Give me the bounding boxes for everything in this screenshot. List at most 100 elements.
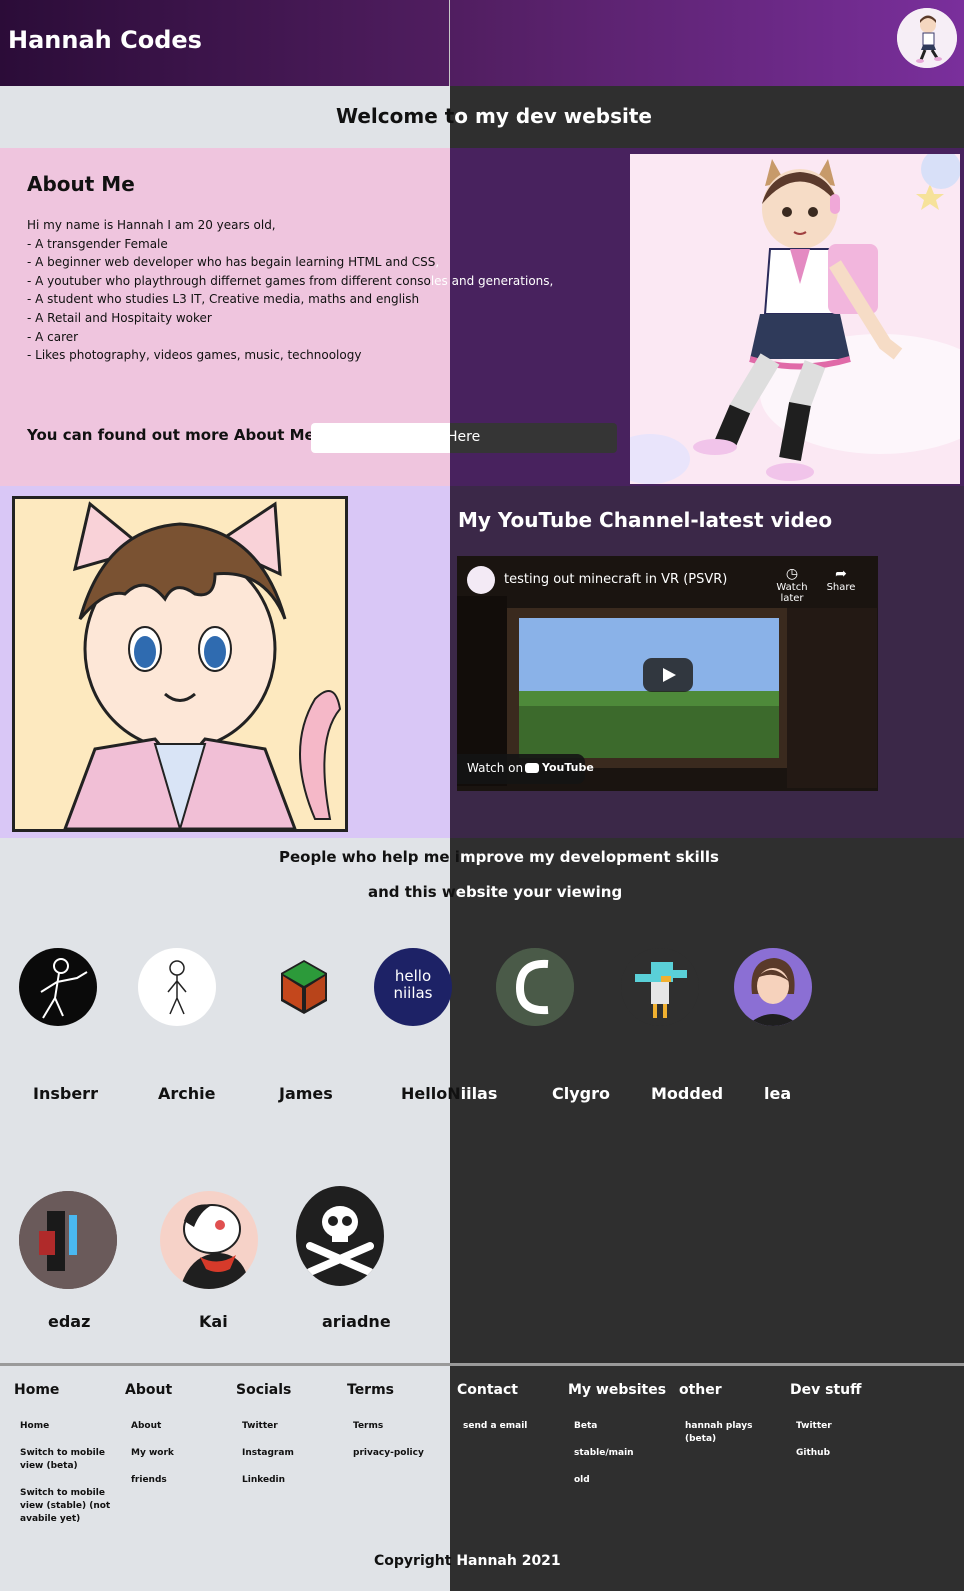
copyright: Copyright Hannah 2021 <box>374 1553 561 1569</box>
anime-girl-illustration <box>610 149 964 484</box>
watch-on-youtube-button[interactable]: Watch on YouTube <box>457 754 594 784</box>
helper-avatar-archie[interactable] <box>138 948 216 1026</box>
about-line: - A beginner web developer who has begai… <box>27 255 440 270</box>
footer-link[interactable]: Terms <box>347 1420 457 1433</box>
footer-col-other: other hannah plays (beta) <box>679 1382 774 1460</box>
footer-link[interactable]: Switch to mobile view (beta) <box>14 1447 124 1473</box>
helper-name: Insberr <box>33 1084 98 1103</box>
footer-heading: Dev stuff <box>790 1382 862 1398</box>
footer-heading: About <box>125 1382 173 1398</box>
share-button[interactable]: ➦ Share <box>821 566 861 593</box>
about-line: - A youtuber who playthrough differnet g… <box>27 273 554 288</box>
bird-icon <box>635 962 687 1018</box>
welcome-band: Welcome to my dev website <box>0 86 964 148</box>
about-line: - A carer <box>27 329 79 344</box>
video-title[interactable]: testing out minecraft in VR (PSVR) <box>504 572 727 587</box>
footer-col-about: About About My work friends <box>125 1382 235 1501</box>
footer-link[interactable]: privacy-policy <box>347 1447 457 1460</box>
youtube-brand-label: YouTube <box>542 761 594 774</box>
youtube-logo-icon <box>525 763 539 773</box>
goat-character-icon <box>180 1204 250 1289</box>
figure-icon <box>19 1191 117 1289</box>
footer-heading: Contact <box>457 1382 518 1398</box>
footer-heading: other <box>679 1382 722 1398</box>
footer-col-home: Home Home Switch to mobile view (beta) S… <box>14 1382 124 1540</box>
skull-crossbones-icon <box>306 1206 374 1276</box>
footer-link[interactable]: Switch to mobile view (stable) (not avab… <box>14 1487 124 1526</box>
footer-link[interactable]: hannah plays (beta) <box>679 1420 774 1446</box>
helper-name: Archie <box>158 1084 216 1103</box>
helpers-heading-line2: and this website your viewing <box>368 883 623 901</box>
watch-later-label: Watch later <box>776 582 808 604</box>
watch-later-button[interactable]: ◷ Watch later <box>767 566 817 604</box>
play-button[interactable] <box>643 658 693 692</box>
site-title[interactable]: Hannah Codes <box>8 26 202 54</box>
helper-name: Clygro <box>552 1084 610 1103</box>
footer-link[interactable]: stable/main <box>568 1447 678 1460</box>
helper-avatar-clygro[interactable] <box>496 948 574 1026</box>
footer-link[interactable]: Instagram <box>236 1447 346 1460</box>
play-icon <box>663 668 676 682</box>
helper-avatar-kai[interactable] <box>160 1191 258 1289</box>
about-more-text: You can found out more About Me <box>27 426 315 444</box>
c-letter-icon <box>496 948 574 1026</box>
site-footer: Home Home Switch to mobile view (beta) S… <box>0 1363 964 1591</box>
hello-niilas-logo: hello niilas <box>393 967 433 1002</box>
footer-link[interactable]: Twitter <box>790 1420 900 1433</box>
helper-name: ariadne <box>322 1312 391 1331</box>
green-cube-icon <box>281 960 327 1014</box>
cat-boy-portrait-icon <box>15 499 345 833</box>
profile-avatar[interactable] <box>897 8 957 68</box>
helper-avatar-helloniilas[interactable]: hello niilas <box>374 948 452 1026</box>
split-divider <box>449 0 450 86</box>
footer-col-my-websites: My websites Beta stable/main old <box>568 1382 678 1501</box>
footer-col-contact: Contact send a email <box>457 1382 567 1447</box>
anime-girl-sitting-icon <box>610 149 964 484</box>
cat-boy-portrait <box>12 496 348 833</box>
about-line: Hi my name is Hannah I am 20 years old, <box>27 218 276 232</box>
about-list: Hi my name is Hannah I am 20 years old, … <box>27 216 553 365</box>
clock-icon: ◷ <box>785 566 799 582</box>
helper-name: James <box>279 1084 333 1103</box>
footer-link[interactable]: friends <box>125 1474 235 1487</box>
welcome-heading: Welcome to my dev website <box>336 104 652 128</box>
footer-link[interactable]: Beta <box>568 1420 678 1433</box>
helper-name: HelloNiilas <box>401 1084 498 1103</box>
footer-link[interactable]: Linkedin <box>236 1474 346 1487</box>
welcome-text-right: o my dev website <box>454 104 652 128</box>
about-line: - A transgender Female <box>27 236 168 251</box>
stick-figure-icon <box>167 960 187 1015</box>
welcome-text-left: Welcome t <box>336 104 455 128</box>
stick-figure-icon <box>40 958 88 1019</box>
about-line: - A Retail and Hospitaity woker <box>27 310 212 325</box>
footer-link[interactable]: Github <box>790 1447 900 1460</box>
helper-avatar-lea[interactable] <box>734 948 812 1026</box>
helper-avatar-insberr[interactable] <box>19 948 97 1026</box>
site-header: Hannah Codes <box>0 0 964 86</box>
about-section: About Me Hi my name is Hannah I am 20 ye… <box>0 148 964 486</box>
footer-heading: Home <box>14 1382 60 1398</box>
helper-avatar-edaz[interactable] <box>19 1191 117 1289</box>
footer-link[interactable]: send a email <box>457 1420 567 1433</box>
footer-link[interactable]: Twitter <box>236 1420 346 1433</box>
helper-name: Kai <box>199 1312 228 1331</box>
helper-name: edaz <box>48 1312 91 1331</box>
footer-link[interactable]: About <box>125 1420 235 1433</box>
channel-avatar[interactable] <box>467 566 495 594</box>
helper-avatar-ariadne[interactable] <box>296 1186 384 1286</box>
youtube-heading: My YouTube Channel-latest video <box>458 508 833 532</box>
girl-avatar-icon <box>746 958 800 1026</box>
about-line: - A student who studies L3 IT, Creative … <box>27 292 420 307</box>
helper-avatar-james[interactable] <box>265 948 343 1026</box>
helper-name: Modded <box>651 1084 724 1103</box>
footer-link[interactable]: Home <box>14 1420 124 1433</box>
about-here-button[interactable]: Here <box>311 423 617 453</box>
helpers-section: People who help me improve my developmen… <box>0 838 964 1363</box>
here-button-label: Here <box>447 429 481 445</box>
footer-link[interactable]: My work <box>125 1447 235 1460</box>
anime-girl-avatar-icon <box>897 8 957 68</box>
helper-avatar-modded[interactable] <box>621 948 699 1026</box>
footer-link[interactable]: old <box>568 1474 678 1487</box>
footer-heading: Socials <box>236 1382 292 1398</box>
youtube-embed[interactable]: testing out minecraft in VR (PSVR) ◷ Wat… <box>457 556 878 791</box>
